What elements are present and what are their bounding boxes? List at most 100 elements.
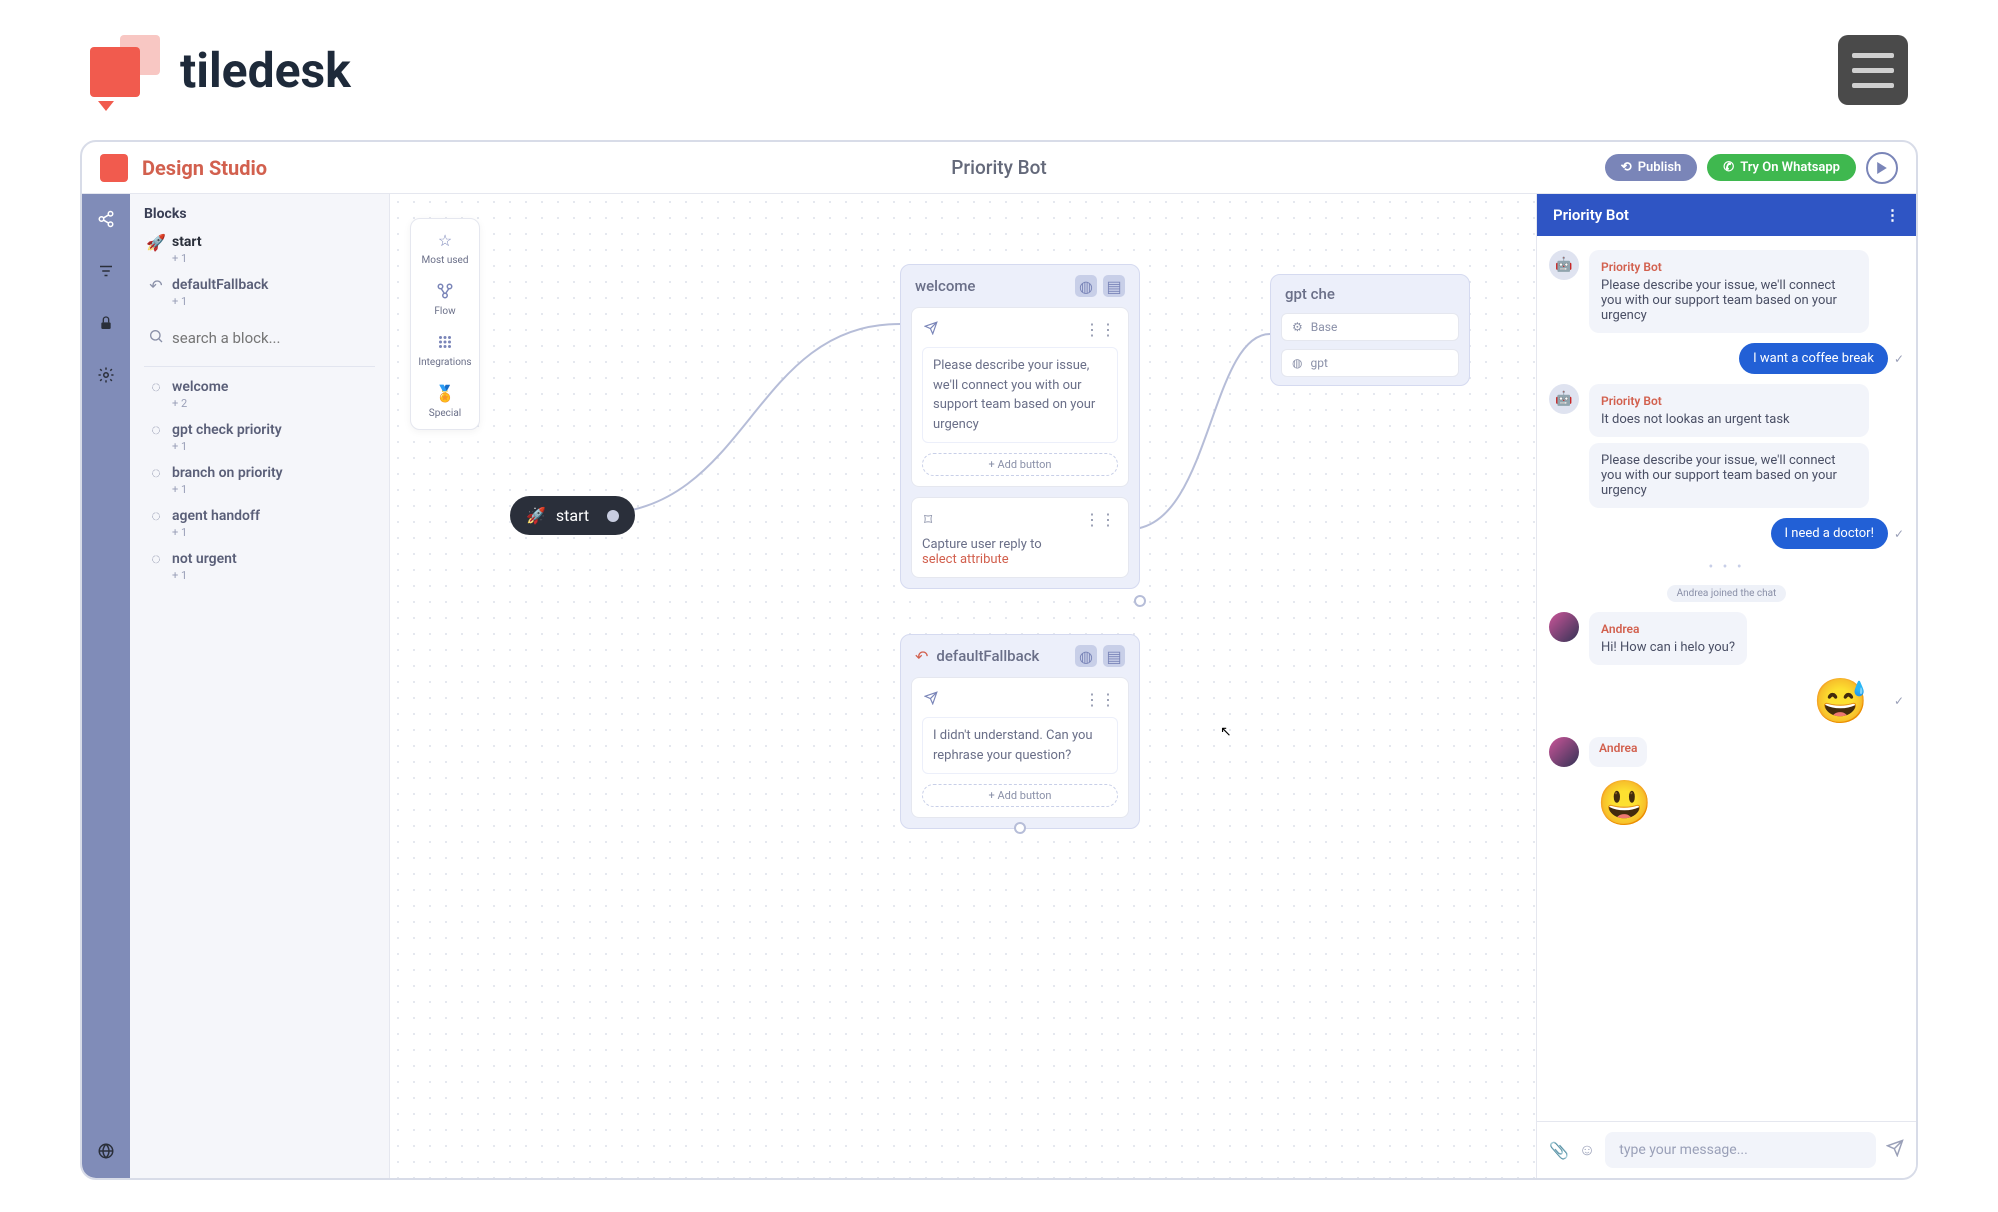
block-item-agent-handoff[interactable]: ◌agent handoff + 1 [144, 502, 375, 545]
globe-icon[interactable] [93, 1138, 119, 1164]
bot-avatar: 🤖 [1549, 384, 1579, 414]
tool-most-used[interactable]: ☆ Most used [422, 229, 469, 266]
filter-icon[interactable] [93, 258, 119, 284]
medal-icon: 🏅 [434, 382, 456, 404]
block-item-welcome[interactable]: ◌welcome + 2 [144, 373, 375, 416]
tool-flow[interactable]: Flow [434, 280, 456, 317]
add-button[interactable]: + Add button [922, 784, 1118, 807]
grid-icon [434, 331, 456, 353]
brand-bar: tiledesk [0, 0, 1998, 140]
node-fallback-message: I didn't understand. Can you rephrase yo… [922, 717, 1118, 774]
globe-small-icon: ◌ [148, 508, 164, 524]
search-icon [148, 328, 164, 348]
node-start-label: start [556, 506, 589, 525]
agent-message: Andrea Hi! How can i helo you? [1589, 612, 1747, 665]
node-gpt-check[interactable]: gpt che ⚙Base ◍gpt [1270, 274, 1470, 386]
agent-avatar [1549, 737, 1579, 767]
undo-icon: ↶ [148, 277, 164, 293]
canvas[interactable]: ☆ Most used Flow Integrations 🏅 [390, 194, 1536, 1178]
drag-icon[interactable]: ⋮⋮ [1084, 510, 1116, 529]
chat-panel: Priority Bot ⋮ 🤖 Priority Bot Please des… [1536, 194, 1916, 1178]
agent-message: Andrea [1589, 737, 1647, 767]
globe-icon[interactable]: ◍ [1075, 645, 1097, 667]
output-port[interactable] [607, 510, 619, 522]
block-item-gpt-check-priority[interactable]: ◌gpt check priority + 1 [144, 416, 375, 459]
bot-message: Priority Bot It does not lookas an urgen… [1589, 384, 1869, 437]
flow-icon [434, 280, 456, 302]
globe-icon[interactable]: ◍ [1075, 275, 1097, 297]
node-gpt-title: gpt che [1285, 285, 1335, 303]
drag-icon[interactable]: ⋮⋮ [1084, 690, 1116, 709]
block-item-default-fallback[interactable]: ↶defaultFallback + 1 [144, 271, 375, 314]
node-fallback-title: defaultFallback [936, 647, 1039, 665]
emoji-reaction: 😃 [1549, 777, 1904, 829]
play-button[interactable] [1866, 152, 1898, 184]
studio-frame: Design Studio Priority Bot ⟲ Publish ✆ T… [80, 140, 1918, 1180]
agent-avatar [1549, 612, 1579, 642]
block-item-not-urgent[interactable]: ◌not urgent + 1 [144, 545, 375, 588]
bot-avatar: 🤖 [1549, 250, 1579, 280]
share-icon[interactable] [93, 206, 119, 232]
scan-icon: ⌑ [924, 510, 932, 529]
send-icon[interactable] [1886, 1139, 1904, 1161]
block-search[interactable] [144, 320, 375, 356]
tool-integrations[interactable]: Integrations [418, 331, 471, 368]
user-message: I want a coffee break [1739, 343, 1888, 374]
rocket-icon: 🚀 [148, 234, 164, 250]
more-icon[interactable]: ⋮ [1885, 206, 1900, 224]
studio-title: Design Studio [142, 156, 267, 180]
emoji-reaction: 😅 [1813, 675, 1888, 727]
publish-button[interactable]: ⟲ Publish [1605, 154, 1698, 181]
chat-title: Priority Bot [1553, 206, 1629, 224]
bot-message: Priority Bot Please describe your issue,… [1589, 250, 1869, 333]
gear-icon[interactable] [93, 362, 119, 388]
chat-text-input[interactable]: type your message... [1605, 1132, 1876, 1168]
node-default-fallback[interactable]: ↶ defaultFallback ◍ ▤ ⋮⋮ I didn't unders… [900, 634, 1140, 829]
drag-icon[interactable]: ⋮⋮ [1084, 320, 1116, 339]
tool-special[interactable]: 🏅 Special [429, 382, 461, 419]
block-item-branch-on-priority[interactable]: ◌branch on priority + 1 [144, 459, 375, 502]
capture-text: Capture user reply to select attribute [922, 537, 1118, 567]
user-message: I need a doctor! [1771, 518, 1888, 549]
brand: tiledesk [90, 35, 351, 105]
publish-label: Publish [1638, 160, 1682, 175]
try-whatsapp-button[interactable]: ✆ Try On Whatsapp [1707, 154, 1856, 181]
node-welcome-message: Please describe your issue, we'll connec… [922, 347, 1118, 443]
brand-name: tiledesk [180, 42, 351, 99]
check-icon: ✓ [1894, 527, 1904, 541]
system-message: Andrea joined the chat [1667, 585, 1787, 602]
output-port[interactable] [1014, 822, 1026, 834]
output-port[interactable] [1134, 595, 1146, 607]
send-icon [924, 320, 938, 339]
globe-small-icon: ◌ [148, 379, 164, 395]
brand-logo [90, 35, 160, 105]
check-icon: ✓ [1894, 352, 1904, 366]
hamburger-menu[interactable] [1838, 35, 1908, 105]
add-button[interactable]: + Add button [922, 453, 1118, 476]
emoji-icon[interactable]: ☺ [1579, 1140, 1595, 1160]
block-search-input[interactable] [172, 329, 371, 347]
doc-icon[interactable]: ▤ [1103, 645, 1125, 667]
cursor-pointer: ↖ [1220, 724, 1232, 740]
bot-message: Please describe your issue, we'll connec… [1589, 443, 1869, 508]
studio-header: Design Studio Priority Bot ⟲ Publish ✆ T… [82, 142, 1916, 194]
toolbox: ☆ Most used Flow Integrations 🏅 [410, 218, 480, 430]
chip-icon: ⚙ [1292, 320, 1303, 334]
chat-body[interactable]: 🤖 Priority Bot Please describe your issu… [1537, 236, 1916, 1121]
globe-small-icon: ◌ [148, 551, 164, 567]
send-icon [924, 690, 938, 709]
attachment-icon[interactable]: 📎 [1549, 1141, 1569, 1160]
blocks-panel: Blocks 🚀start + 1 ↶defaultFallback + 1 ◌… [130, 194, 390, 1178]
doc-icon[interactable]: ▤ [1103, 275, 1125, 297]
whatsapp-icon: ✆ [1723, 160, 1734, 175]
chip-icon: ◍ [1292, 356, 1302, 370]
rocket-icon: 🚀 [526, 506, 546, 525]
block-item-start[interactable]: 🚀start + 1 [144, 228, 375, 271]
node-start[interactable]: 🚀 start [510, 496, 635, 535]
node-welcome[interactable]: welcome ◍ ▤ ⋮⋮ Please describe your issu… [900, 264, 1140, 589]
bot-name: Priority Bot [951, 156, 1046, 179]
whatsapp-label: Try On Whatsapp [1740, 160, 1840, 175]
typing-dots: • • • [1708, 559, 1744, 575]
chat-header: Priority Bot ⋮ [1537, 194, 1916, 236]
lock-icon[interactable] [93, 310, 119, 336]
